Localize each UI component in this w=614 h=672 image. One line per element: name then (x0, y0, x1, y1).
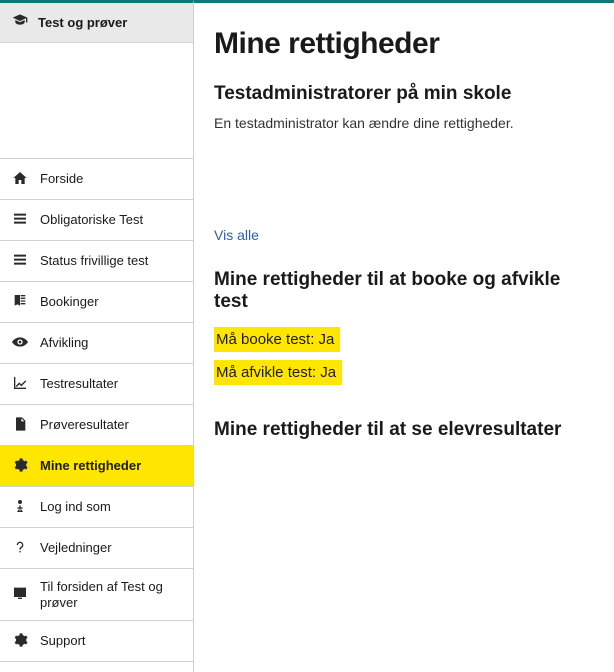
eye-icon (12, 334, 28, 353)
sidebar-item-label: Prøveresultater (40, 417, 129, 433)
rights-may-run: Må afvikle test: Ja (214, 360, 342, 385)
sidebar-item-testresultater[interactable]: Testresultater (0, 364, 193, 405)
sidebar-item-label: Mine rettigheder (40, 458, 141, 474)
main-content: Mine rettigheder Testadministratorer på … (194, 0, 614, 672)
sidebar-item-vejledninger[interactable]: Vejledninger (0, 528, 193, 569)
sidebar-header: Test og prøver (0, 3, 193, 43)
graduation-cap-icon (12, 13, 28, 32)
page-title: Mine rettigheder (214, 27, 594, 61)
sidebar: Test og prøver Forside Obligatoriske Tes… (0, 0, 194, 672)
gear-icon (12, 632, 28, 651)
sidebar-item-proveresultater[interactable]: Prøveresultater (0, 405, 193, 446)
sidebar-item-label: Forside (40, 171, 83, 187)
list-icon (12, 252, 28, 271)
sidebar-item-label: Testresultater (40, 376, 118, 392)
sidebar-item-til-forsiden[interactable]: Til forsiden af Test og prøver (0, 569, 193, 621)
sidebar-item-label: Afvikling (40, 335, 88, 351)
sidebar-item-afvikling[interactable]: Afvikling (0, 323, 193, 364)
sidebar-item-label: Til forsiden af Test og prøver (40, 579, 181, 610)
sidebar-item-label: Vejledninger (40, 540, 112, 556)
admins-description: En testadministrator kan ændre dine rett… (214, 115, 594, 131)
show-all-link[interactable]: Vis alle (214, 227, 259, 243)
sidebar-item-mine-rettigheder[interactable]: Mine rettigheder (0, 446, 193, 487)
gear-icon (12, 457, 28, 476)
sidebar-item-label: Support (40, 633, 86, 649)
sidebar-item-label: Bookinger (40, 294, 99, 310)
sidebar-item-label: Log ind som (40, 499, 111, 515)
monitor-icon (12, 585, 28, 604)
chart-icon (12, 375, 28, 394)
sidebar-gap (0, 43, 193, 159)
list-icon (12, 211, 28, 230)
sidebar-item-forside[interactable]: Forside (0, 159, 193, 200)
rights-may-book: Må booke test: Ja (214, 327, 340, 352)
sidebar-item-support[interactable]: Support (0, 621, 193, 662)
rights-results-heading: Mine rettigheder til at se elevresultate… (214, 419, 594, 441)
sidebar-item-label: Status frivillige test (40, 253, 148, 269)
admins-heading: Testadministratorer på min skole (214, 83, 594, 105)
sidebar-item-obligatoriske-test[interactable]: Obligatoriske Test (0, 200, 193, 241)
sidebar-header-label: Test og prøver (38, 15, 127, 30)
sidebar-item-bookinger[interactable]: Bookinger (0, 282, 193, 323)
rights-box: Må booke test: Ja Må afvikle test: Ja (214, 327, 594, 393)
home-icon (12, 170, 28, 189)
question-icon (12, 539, 28, 558)
sidebar-item-status-frivillige[interactable]: Status frivillige test (0, 241, 193, 282)
sidebar-item-log-ind-som[interactable]: Log ind som (0, 487, 193, 528)
sidebar-item-label: Obligatoriske Test (40, 212, 143, 228)
document-icon (12, 416, 28, 435)
rights-book-heading: Mine rettigheder til at booke og afvikle… (214, 269, 594, 313)
person-icon (12, 498, 28, 517)
book-icon (12, 293, 28, 312)
